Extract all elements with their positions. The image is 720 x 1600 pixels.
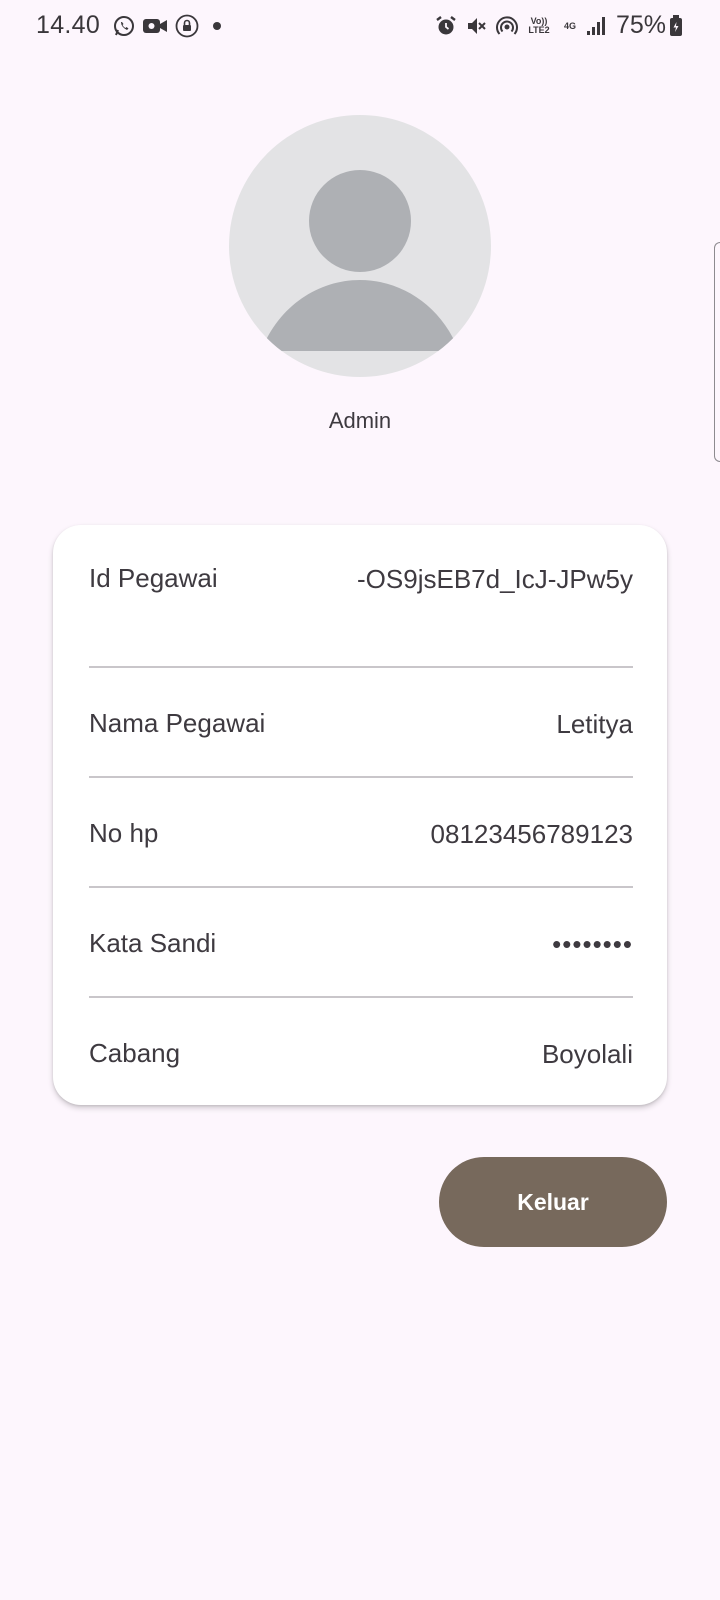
lock-icon	[175, 14, 199, 38]
status-bar: 14.40 Vo)) LTE2 4G 75%	[0, 0, 720, 52]
detail-label: Cabang	[89, 1038, 181, 1068]
alarm-icon	[434, 14, 458, 38]
detail-value: Letitya	[556, 709, 633, 739]
detail-label: No hp	[89, 818, 159, 848]
detail-row-id-pegawai: Id Pegawai -OS9jsEB7d_IcJ-JPw5y	[89, 563, 633, 643]
whatsapp-icon	[112, 14, 136, 38]
hotspot-icon	[494, 14, 520, 38]
detail-row-cabang: Cabang Boyolali	[89, 1038, 633, 1078]
status-time: 14.40	[36, 11, 101, 39]
profile-screen: 14.40 Vo)) LTE2 4G 75% Admin Id Pegawai …	[0, 0, 720, 1600]
profile-details-card: Id Pegawai -OS9jsEB7d_IcJ-JPw5y Nama Peg…	[53, 525, 667, 1105]
person-icon	[261, 170, 459, 351]
detail-label: Kata Sandi	[89, 928, 217, 958]
divider	[89, 776, 633, 778]
detail-value: 08123456789123	[430, 819, 633, 849]
divider	[89, 996, 633, 998]
detail-row-no-hp: No hp 08123456789123	[89, 818, 633, 858]
edge-panel-handle[interactable]	[714, 242, 720, 462]
volte-icon: Vo)) LTE2	[528, 16, 550, 35]
battery-icon	[668, 14, 684, 38]
logout-button[interactable]: Keluar	[439, 1157, 667, 1247]
network-4g-icon: 4G	[563, 20, 576, 31]
detail-label: Nama Pegawai	[89, 708, 266, 738]
detail-value: ••••••••	[552, 929, 633, 959]
detail-value: Boyolali	[541, 1039, 633, 1069]
video-call-icon	[142, 14, 168, 38]
divider	[89, 666, 633, 668]
profile-name: Admin	[328, 408, 392, 433]
detail-value: -OS9jsEB7d_IcJ-JPw5y	[357, 564, 633, 594]
mute-icon	[464, 14, 488, 38]
dot-icon	[212, 14, 222, 38]
avatar	[229, 115, 491, 377]
detail-label: Id Pegawai	[89, 563, 218, 593]
battery-percent: 75%	[616, 11, 667, 39]
detail-row-nama-pegawai: Nama Pegawai Letitya	[89, 708, 633, 748]
divider	[89, 886, 633, 888]
signal-icon	[586, 14, 608, 38]
detail-row-kata-sandi: Kata Sandi ••••••••	[89, 928, 633, 968]
